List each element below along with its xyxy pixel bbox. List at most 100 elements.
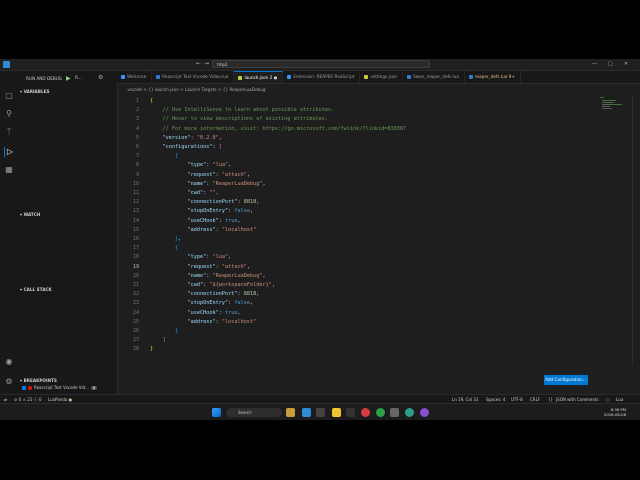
tab-item[interactable]: Welcome xyxy=(117,71,153,83)
line-number: 14 xyxy=(132,217,139,224)
breakpoint-dot-icon xyxy=(28,386,32,390)
command-center-search[interactable]: tmp2 xyxy=(212,60,430,68)
account-icon[interactable]: ◉ xyxy=(4,357,14,367)
file-type-icon xyxy=(364,75,369,79)
line-number: 24 xyxy=(132,309,139,316)
tab-label: launch.json 2 xyxy=(244,75,273,80)
app-taskbar-icon[interactable] xyxy=(361,408,370,417)
file-type-icon xyxy=(468,75,473,79)
watch-section-header[interactable]: ▾ WATCH xyxy=(20,212,40,217)
line-number: 1 xyxy=(135,98,139,104)
line-number: 7 xyxy=(135,153,139,160)
line-number: 22 xyxy=(132,291,139,298)
search-icon[interactable]: ⚲ xyxy=(4,109,14,119)
line-number: 9 xyxy=(135,171,139,178)
remote-icon[interactable]: ⇄ xyxy=(4,396,7,403)
tab-item[interactable]: reaper_defs.lua 9+ xyxy=(465,71,521,83)
tab-item[interactable]: launch.json 2 ● xyxy=(234,71,284,83)
cursor-position[interactable]: Ln 19, Col 33 xyxy=(452,396,478,403)
taskbar-clock[interactable]: 8:36 PM 2026-08-08 xyxy=(596,407,626,417)
back-arrow-icon[interactable]: ← xyxy=(196,61,202,67)
language-mode[interactable]: JSON with Comments xyxy=(556,396,599,403)
app-taskbar-icon[interactable] xyxy=(405,408,414,417)
vscode-taskbar-icon[interactable] xyxy=(302,408,311,417)
unsaved-dot-icon[interactable]: ● xyxy=(272,75,278,80)
tab-label: Swan_reaper_defs.lua xyxy=(413,74,459,79)
panda-icon: ● xyxy=(68,397,73,402)
line-number: 21 xyxy=(132,282,139,288)
manage-icon[interactable]: ⚙ xyxy=(4,377,14,387)
line-number: 12 xyxy=(132,199,139,206)
line-number: 4 xyxy=(135,125,139,132)
line-number: 26 xyxy=(132,328,139,334)
call-stack-section-header[interactable]: ▾ CALL STACK xyxy=(20,287,52,292)
breakpoint-count-badge: 6 xyxy=(90,386,98,390)
maximize-icon[interactable]: □ xyxy=(608,61,613,67)
file-type-icon xyxy=(287,75,292,79)
problems-indicator[interactable]: ⊘ 0 ⚠ 21 ⓘ 0 xyxy=(14,396,42,403)
editor-scrollbar[interactable] xyxy=(632,95,637,365)
widgets-icon[interactable] xyxy=(286,408,295,417)
end-of-line[interactable]: CRLF xyxy=(530,396,540,403)
debug-config-select[interactable]: R... xyxy=(75,75,82,80)
tab-label: Reascript Test Vscode Video.lua xyxy=(162,74,229,79)
app-taskbar-icon[interactable] xyxy=(376,408,385,417)
app-taskbar-icon[interactable] xyxy=(420,408,429,417)
minimap-line xyxy=(602,106,610,107)
minimap-line xyxy=(602,104,622,105)
minimap[interactable] xyxy=(598,95,630,135)
taskbar-search[interactable]: Search xyxy=(226,408,282,417)
code-editor[interactable]: 1 2 3 4 5 6 7 8 9 10 11 12 13 14 15 16 17 18 19 20 21 22 23 24 2… xyxy=(117,95,595,365)
tab-item[interactable]: Swan_reaper_defs.lua xyxy=(403,71,465,83)
line-number: 20 xyxy=(132,272,139,279)
breadcrumb[interactable]: .vscode > {} launch.json > Launch Target… xyxy=(126,87,266,92)
breakpoint-checkbox[interactable] xyxy=(22,386,26,390)
minimize-icon[interactable]: — xyxy=(592,61,597,67)
forward-arrow-icon[interactable]: → xyxy=(204,61,210,67)
add-configuration-button[interactable]: Add Configuration... xyxy=(544,375,588,385)
breakpoints-section-header[interactable]: ▾ BREAKPOINTS xyxy=(20,378,57,383)
code-content[interactable]: { // Use IntelliSense to learn about pos… xyxy=(150,97,406,355)
file-type-icon xyxy=(156,75,161,79)
breakpoint-item[interactable]: Reascript Test Vscode Vid... 6 xyxy=(22,385,98,390)
line-number: 8 xyxy=(135,162,139,169)
tab-item[interactable]: settings.json xyxy=(360,71,404,83)
line-number: 18 xyxy=(132,254,139,261)
bell-icon[interactable]: ○ xyxy=(606,396,610,403)
file-type-icon xyxy=(121,75,125,79)
vscode-logo-icon xyxy=(3,61,10,68)
line-number: 2 xyxy=(135,107,139,114)
run-debug-icon[interactable]: ▷ xyxy=(4,147,15,157)
tab-item[interactable]: Reascript Test Vscode Video.lua xyxy=(152,71,235,83)
vscode-window: ← → tmp2 — □ ✕ ▢ ⚲ ᛉ ▷ ▦ ◉ ⚙ RUN AND DEB… xyxy=(0,59,640,420)
line-number: 3 xyxy=(135,116,139,123)
close-icon[interactable]: ✕ xyxy=(624,61,628,67)
windows-start-icon[interactable] xyxy=(212,408,221,417)
lua-status[interactable]: Lua xyxy=(616,396,623,403)
settings-taskbar-icon[interactable] xyxy=(390,408,399,417)
title-bar: ← → tmp2 — □ ✕ xyxy=(0,59,640,71)
indentation[interactable]: Spaces: 4 xyxy=(486,396,505,403)
tab-item[interactable]: Extension: REAPER ReaScript xyxy=(283,71,361,83)
line-number: 25 xyxy=(132,318,139,325)
minimap-line xyxy=(602,108,612,109)
start-debugging-icon[interactable]: ▶ xyxy=(66,75,73,82)
line-number: 27 xyxy=(132,337,139,344)
tab-label: settings.json xyxy=(370,74,398,79)
tab-label: reaper_defs.lua 9+ xyxy=(474,74,515,79)
encoding[interactable]: UTF-8 xyxy=(511,396,523,403)
file-explorer-icon[interactable] xyxy=(332,408,341,417)
source-control-icon[interactable]: ᛉ xyxy=(4,127,14,137)
luapanda-status[interactable]: LuaPanda ● xyxy=(48,396,72,403)
line-number: 17 xyxy=(132,245,139,252)
explorer-icon[interactable]: ▢ xyxy=(4,91,14,101)
variables-section-header[interactable]: ▾ VARIABLES xyxy=(20,89,50,94)
line-number: 28 xyxy=(132,346,139,353)
app-taskbar-icon[interactable] xyxy=(346,408,355,417)
line-number: 10 xyxy=(132,180,139,187)
app-taskbar-icon[interactable] xyxy=(316,408,325,417)
open-launch-json-icon[interactable]: ⚙ xyxy=(98,74,103,81)
minimap-line xyxy=(602,100,616,101)
extensions-icon[interactable]: ▦ xyxy=(4,165,14,175)
tab-label: Extension: REAPER ReaScript xyxy=(293,74,355,79)
